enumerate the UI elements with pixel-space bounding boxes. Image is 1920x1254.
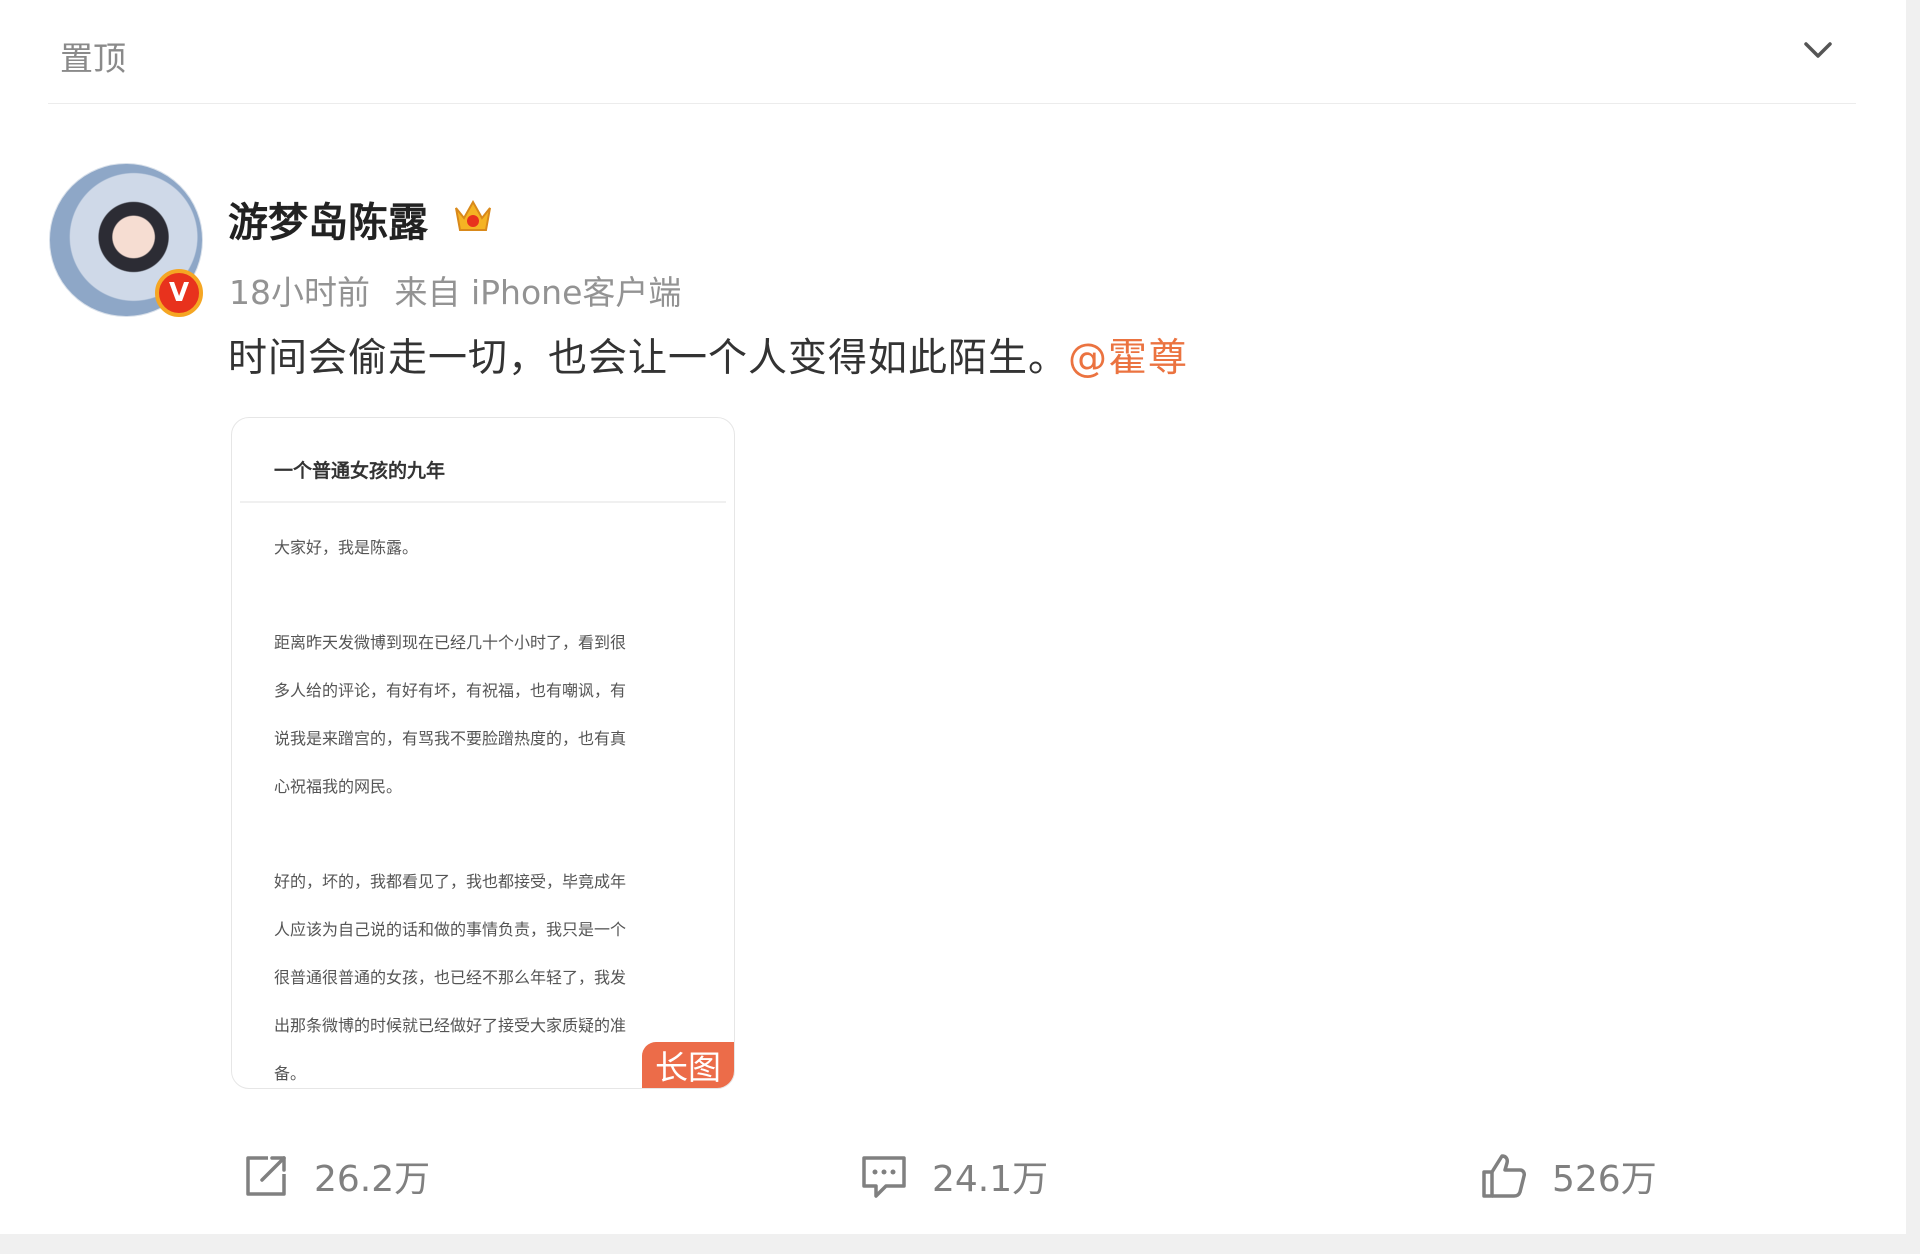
username[interactable]: 游梦岛陈露 [228, 190, 428, 248]
image-doc-line: 多人给的评论，有好有坏，有祝福，也有嘲讽，有 [274, 681, 627, 700]
image-doc-line: 说我是来蹭宫的，有骂我不要脸蹭热度的，也有真 [274, 729, 627, 748]
like-icon [1482, 1154, 1526, 1198]
image-doc-line: 距离昨天发微博到现在已经几十个小时了，看到很 [274, 633, 627, 652]
image-doc-line: 大家好，我是陈露。 [274, 538, 419, 557]
pinned-label: 置顶 [60, 39, 126, 78]
repost-count: 26.2万 [314, 1159, 431, 1200]
repost-icon [246, 1156, 286, 1196]
image-doc-line: 备。 [274, 1064, 307, 1083]
user-avatar[interactable]: V [49, 163, 203, 317]
long-image-badge: 长图 [642, 1042, 734, 1088]
comment-icon [862, 1156, 906, 1198]
post-meta: 18小时前 来自 iPhone客户端 [229, 266, 695, 314]
weibo-post-card: 置顶 V 游梦岛陈露 18小时前 来自 iPhone客户端 时间会偷走一切，也会… [0, 0, 1906, 1234]
comment-count: 24.1万 [932, 1159, 1049, 1200]
chevron-down-icon[interactable] [1798, 30, 1838, 70]
verified-v-icon: V [155, 269, 203, 317]
image-doc-divider [240, 501, 726, 503]
post-source: 来自 iPhone客户端 [394, 273, 682, 312]
post-body: 时间会偷走一切，也会让一个人变得如此陌生。 [228, 336, 1069, 381]
image-doc-line: 很普通很普通的女孩，也已经不那么年轻了，我发 [274, 968, 627, 987]
repost-button[interactable]: 26.2万 [240, 1148, 430, 1204]
image-doc-line: 心祝福我的网民。 [274, 777, 403, 796]
comment-button[interactable]: 24.1万 [858, 1148, 1048, 1204]
long-image-thumbnail[interactable]: 一个普通女孩的九年 大家好，我是陈露。 距离昨天发微博到现在已经几十个小时了，看… [231, 417, 735, 1089]
post-text: 时间会偷走一切，也会让一个人变得如此陌生。@霍尊 [228, 327, 1188, 383]
image-doc-line: 出那条微博的时候就已经做好了接受大家质疑的准 [274, 1016, 627, 1035]
post-time[interactable]: 18小时前 [229, 273, 370, 312]
pinned-header: 置顶 [48, 0, 1856, 104]
image-doc-line: 人应该为自己说的话和做的事情负责，我只是一个 [274, 920, 627, 939]
image-doc-line: 好的，坏的，我都看见了，我也都接受，毕竟成年 [274, 872, 627, 891]
image-doc-title: 一个普通女孩的九年 [274, 460, 446, 482]
like-button[interactable]: 526万 [1478, 1148, 1657, 1204]
like-count: 526万 [1552, 1159, 1657, 1200]
mention-link[interactable]: @霍尊 [1068, 336, 1188, 381]
crown-icon[interactable] [451, 194, 495, 238]
